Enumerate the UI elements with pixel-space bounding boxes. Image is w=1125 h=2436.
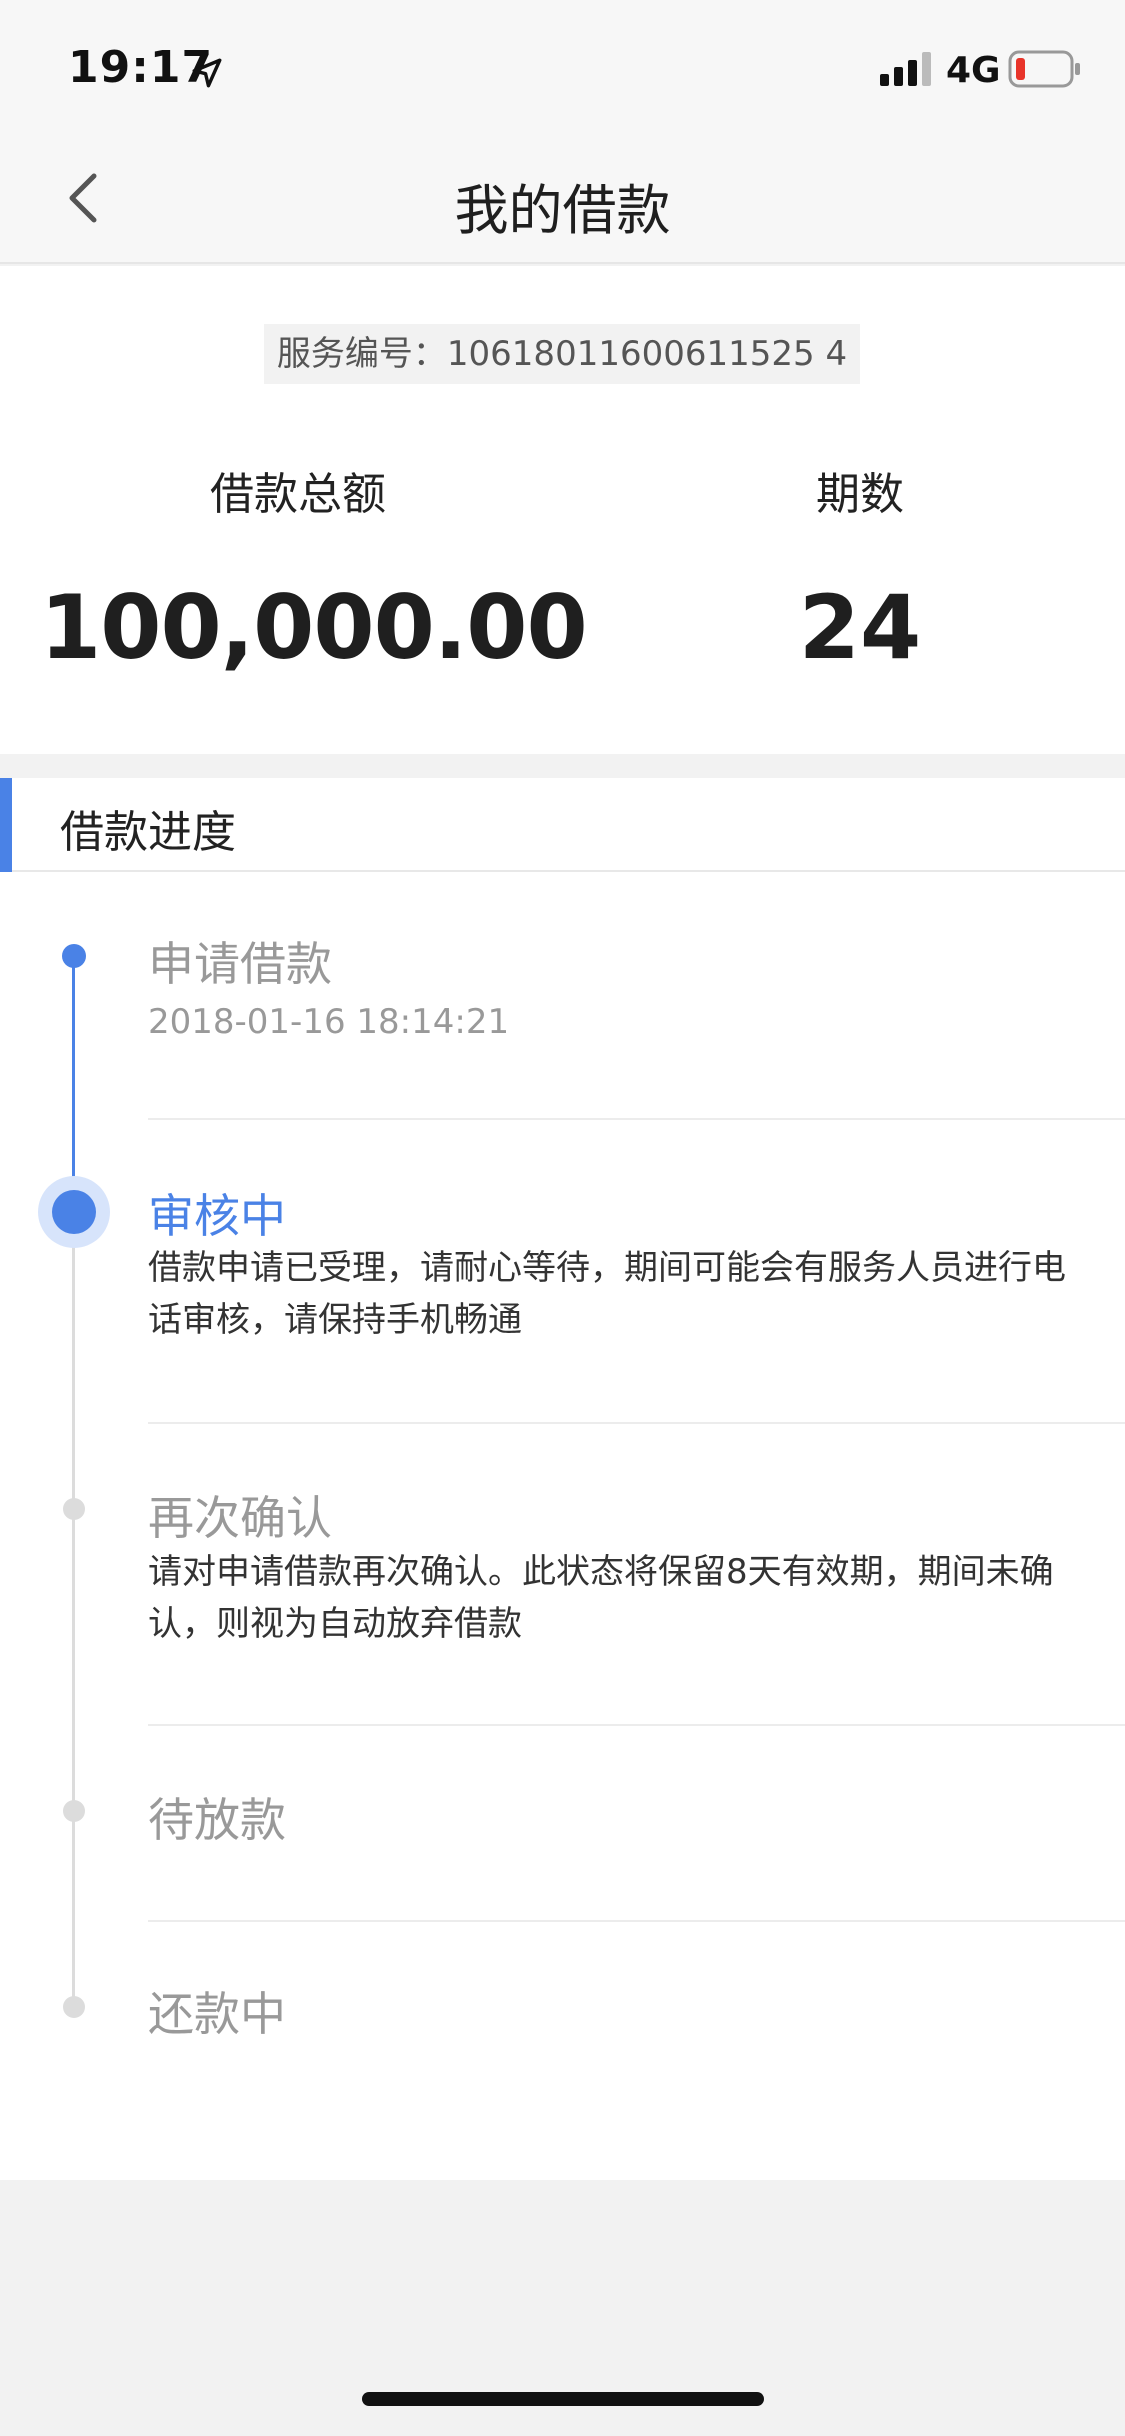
home-indicator[interactable] (362, 2392, 764, 2406)
step-divider (148, 1920, 1125, 1922)
step-divider (148, 1422, 1125, 1424)
step-time-apply: 2018-01-16 18:14:21 (148, 1002, 510, 1042)
periods-value: 24 (798, 576, 922, 679)
step-title-repay: 还款中 (148, 1987, 286, 2041)
section-accent-bar (0, 778, 12, 872)
step-title-disburse: 待放款 (148, 1793, 286, 1847)
location-arrow-icon (192, 58, 222, 88)
step-dot-done (62, 944, 86, 968)
network-label: 4G (946, 50, 1001, 91)
timeline-line-pending (72, 1218, 75, 2008)
step-desc-review: 借款申请已受理，请耐心等待，期间可能会有服务人员进行电话审核，请保持手机畅通 (148, 1248, 1066, 1340)
progress-header: 借款进度 (0, 778, 1125, 872)
step-title-review: 审核中 (148, 1189, 286, 1243)
signal-icon (880, 52, 931, 86)
page-title: 我的借款 (454, 179, 671, 242)
step-title-confirm: 再次确认 (148, 1491, 332, 1545)
amount-value: 100,000.00 (40, 576, 588, 679)
progress-title: 借款进度 (60, 807, 236, 858)
step-title-apply: 申请借款 (148, 937, 332, 991)
step-desc-confirm: 请对申请借款再次确认。此状态将保留8天有效期，期间未确认，则视为自动放弃借款 (148, 1552, 1054, 1644)
amount-label: 借款总额 (210, 469, 386, 520)
step-dot-pending (63, 1996, 85, 2018)
loan-progress: 借款进度 申请借款 2018-01-16 18:14:21 审核中 借款申请已受… (0, 778, 1125, 2180)
service-number: 服务编号：10618011600611525 4 (264, 324, 860, 384)
timeline-line-active (72, 954, 75, 1204)
step-divider (148, 1118, 1125, 1120)
loan-summary: 服务编号：10618011600611525 4 借款总额 100,000.00… (0, 266, 1125, 754)
periods-label: 期数 (816, 469, 904, 520)
status-bar: 19:17 4G (0, 0, 1125, 132)
step-dot-pending (63, 1800, 85, 1822)
step-dot-current (52, 1190, 96, 1234)
step-dot-pending (63, 1498, 85, 1520)
nav-bar: 我的借款 (0, 132, 1125, 264)
battery-icon (1008, 50, 1080, 88)
step-divider (148, 1724, 1125, 1726)
